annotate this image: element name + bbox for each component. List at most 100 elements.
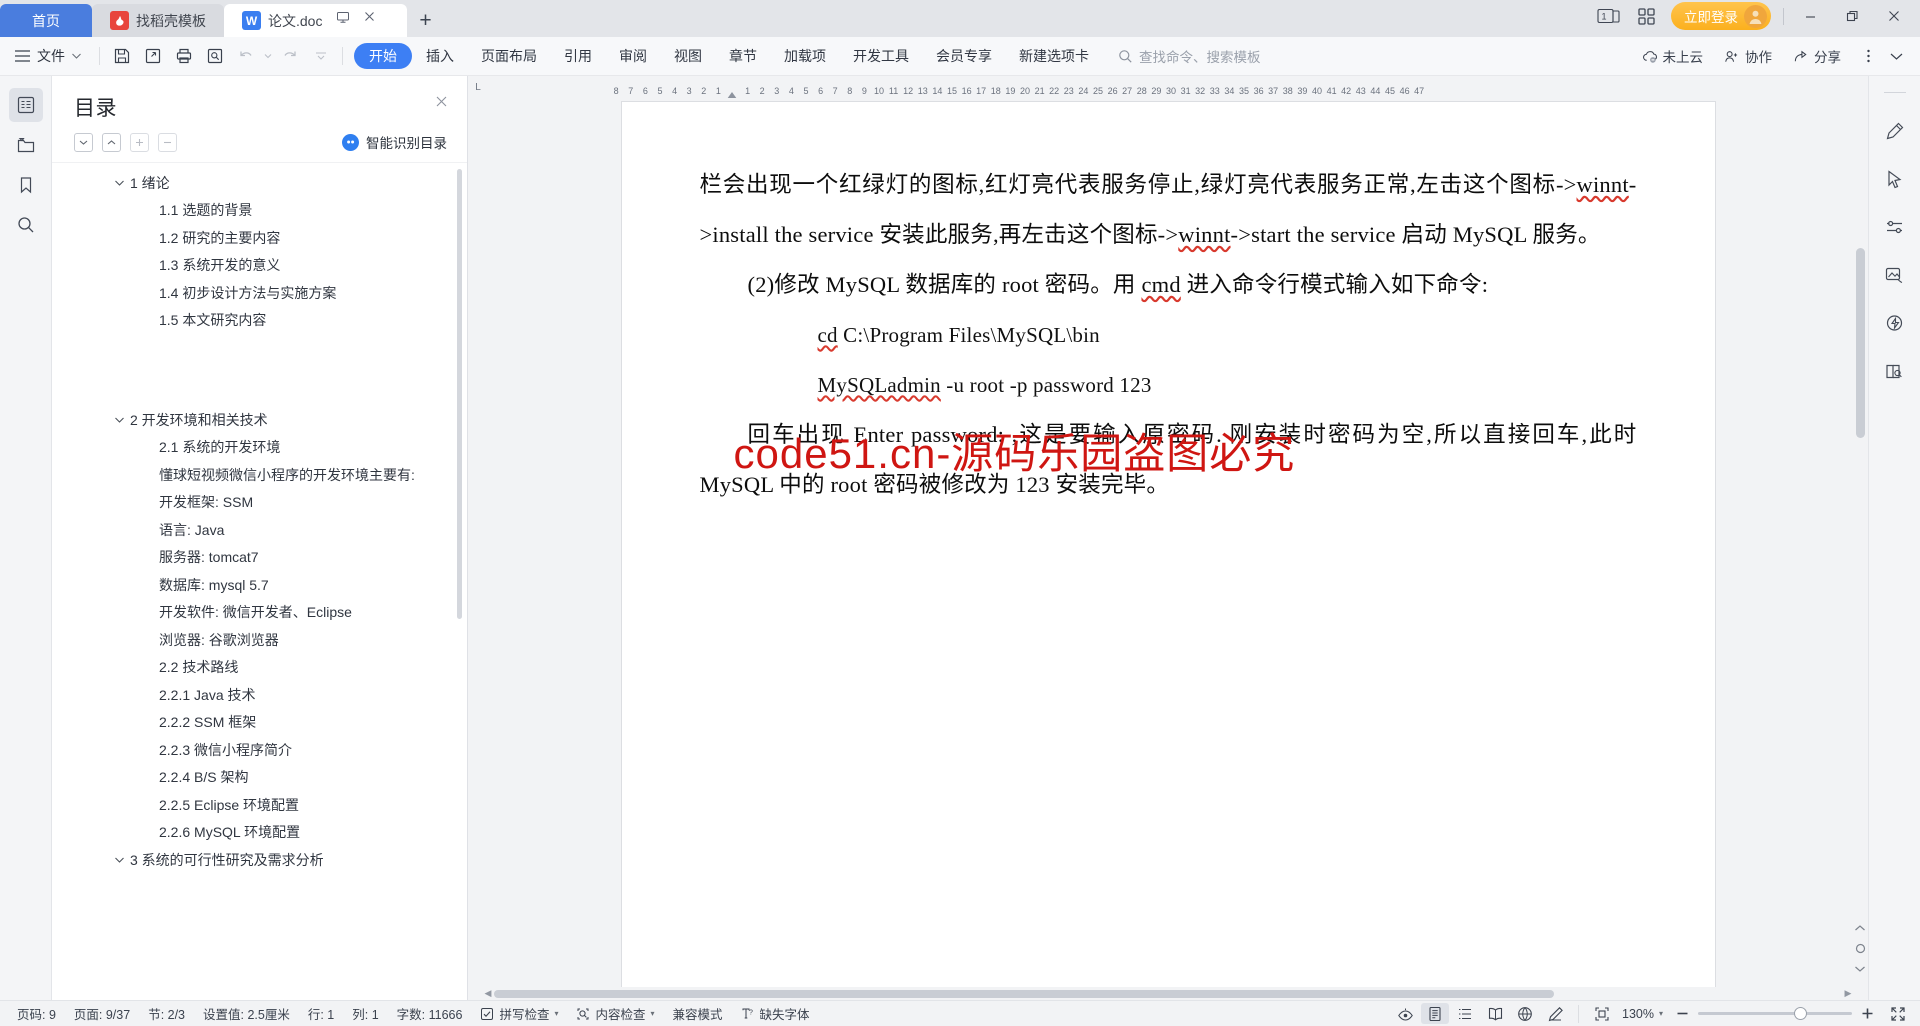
- ribbon-tab-addins[interactable]: 加载项: [771, 43, 839, 69]
- horizontal-ruler[interactable]: L 8 7 6 5 4 3 2 1 1 2 3 4 5 6 7 8 9 10 11 12 13 14 15 16 17 18 19 2…: [468, 76, 1868, 98]
- zoom-in-button[interactable]: [1861, 1007, 1874, 1020]
- monitor-icon[interactable]: [335, 9, 350, 24]
- toc-item-database[interactable]: 数据库: mysql 5.7: [52, 571, 467, 599]
- toc-list[interactable]: 1 绪论 1.1 选题的背景 1.2 研究的主要内容 1.3 系统开发的意义 1…: [52, 162, 467, 1000]
- toc-item-framework[interactable]: 开发框架: SSM: [52, 489, 467, 517]
- toc-item-1-2[interactable]: 1.2 研究的主要内容: [52, 224, 467, 252]
- plus-icon[interactable]: [130, 132, 149, 152]
- toc-item-1-5[interactable]: 1.5 本文研究内容: [52, 307, 467, 335]
- zoom-slider-track[interactable]: [1698, 1007, 1852, 1020]
- sliders-icon[interactable]: [1879, 211, 1911, 243]
- zoom-slider-knob[interactable]: [1794, 1007, 1807, 1020]
- redo-icon[interactable]: [275, 42, 304, 70]
- minus-icon[interactable]: [158, 132, 177, 152]
- sidebar-item-folder[interactable]: [9, 128, 43, 162]
- ruler-corner-tab-selector[interactable]: L: [468, 76, 488, 98]
- new-tab-button[interactable]: +: [407, 4, 443, 37]
- sidebar-item-outline[interactable]: [8, 88, 43, 122]
- toc-item-2-1[interactable]: 2.1 系统的开发环境: [52, 434, 467, 462]
- cursor-icon[interactable]: [1879, 163, 1911, 195]
- status-section[interactable]: 节: 2/3: [139, 1004, 194, 1023]
- status-row[interactable]: 行: 1: [299, 1004, 343, 1023]
- paragraph-2[interactable]: (2)修改 MySQL 数据库的 root 密码。用 cmd 进入命令行模式输入…: [700, 260, 1637, 310]
- scrollbar-thumb[interactable]: [1856, 248, 1865, 438]
- zoom-out-button[interactable]: [1676, 1007, 1689, 1020]
- page-scroll-region[interactable]: 栏会出现一个红绿灯的图标,红灯亮代表服务停止,绿灯亮代表服务正常,左击这个图标-…: [468, 98, 1868, 987]
- status-missing-font[interactable]: ? 缺失字体: [732, 1004, 819, 1023]
- status-setting-value[interactable]: 设置值: 2.5厘米: [194, 1004, 299, 1023]
- image-ai-icon[interactable]: [1879, 259, 1911, 291]
- scroll-right-icon[interactable]: ▶: [1842, 988, 1854, 999]
- edit-pen-icon[interactable]: [1541, 1003, 1569, 1024]
- ribbon-tab-view[interactable]: 视图: [661, 43, 715, 69]
- ribbon-search-box[interactable]: 查找命令、搜索模板: [1118, 46, 1261, 66]
- page-view-icon[interactable]: [1421, 1003, 1449, 1024]
- toc-item-2-2-4[interactable]: 2.2.4 B/S 架构: [52, 764, 467, 792]
- expand-down-icon[interactable]: [74, 132, 93, 152]
- undo-dropdown-icon[interactable]: [262, 42, 273, 70]
- collapse-ribbon-button[interactable]: [1886, 43, 1912, 70]
- horizontal-scrollbar[interactable]: ◀ ▶: [468, 987, 1868, 1000]
- collaborate-button[interactable]: 协作: [1715, 43, 1781, 70]
- chevron-down-icon[interactable]: [114, 416, 130, 424]
- outline-view-icon[interactable]: [1451, 1003, 1479, 1024]
- toc-item-2-2-2[interactable]: 2.2.2 SSM 框架: [52, 709, 467, 737]
- previous-page-icon[interactable]: [1854, 924, 1866, 933]
- customize-toolbar-icon[interactable]: [306, 42, 335, 70]
- ribbon-tab-insert[interactable]: 插入: [413, 43, 467, 69]
- chevron-down-icon[interactable]: [114, 856, 130, 864]
- restore-button[interactable]: [1832, 1, 1872, 31]
- hscroll-track[interactable]: [494, 989, 1842, 998]
- app-grid-icon[interactable]: [1629, 2, 1663, 30]
- zoom-level-dropdown[interactable]: 130% ▾: [1618, 1007, 1666, 1021]
- print-preview-icon[interactable]: [200, 42, 229, 70]
- toc-item-dev-software[interactable]: 开发软件: 微信开发者、Eclipse: [52, 599, 467, 627]
- status-page-number[interactable]: 页码: 9: [8, 1004, 65, 1023]
- toc-item-1-4[interactable]: 1.4 初步设计方法与实施方案: [52, 279, 467, 307]
- ribbon-tab-section[interactable]: 章节: [716, 43, 770, 69]
- ribbon-tab-member[interactable]: 会员专享: [923, 43, 1005, 69]
- status-compatibility-mode[interactable]: 兼容模式: [664, 1004, 732, 1023]
- tab-document[interactable]: W 论文.doc: [224, 4, 408, 37]
- next-page-icon[interactable]: [1854, 964, 1866, 973]
- collapse-up-icon[interactable]: [102, 132, 121, 152]
- toc-item-1-1[interactable]: 1.1 选题的背景: [52, 197, 467, 225]
- page-vertical-scrollbar[interactable]: [1856, 98, 1865, 987]
- undo-icon[interactable]: [231, 42, 260, 70]
- save-as-icon[interactable]: [138, 42, 167, 70]
- print-icon[interactable]: [169, 42, 198, 70]
- toc-item-language[interactable]: 语言: Java: [52, 516, 467, 544]
- status-word-count[interactable]: 字数: 11666: [388, 1004, 472, 1023]
- lightning-ai-icon[interactable]: [1879, 307, 1911, 339]
- page-count-badge[interactable]: 1: [1593, 2, 1627, 30]
- save-icon[interactable]: [107, 42, 136, 70]
- hscroll-thumb[interactable]: [494, 989, 1554, 998]
- fit-page-icon[interactable]: [1588, 1003, 1616, 1024]
- more-options-button[interactable]: [1853, 43, 1883, 70]
- ribbon-tab-dev-tools[interactable]: 开发工具: [840, 43, 922, 69]
- toc-item-2-2[interactable]: 2.2 技术路线: [52, 654, 467, 682]
- paragraph-code-2[interactable]: MySQLadmin -u root -p password 123: [700, 360, 1637, 410]
- close-navigation-pane-icon[interactable]: [434, 94, 449, 109]
- sidebar-item-search[interactable]: [9, 208, 43, 242]
- sidebar-item-bookmark[interactable]: [9, 168, 43, 202]
- minimize-button[interactable]: [1790, 1, 1830, 31]
- paragraph-3[interactable]: 回车出现 Enter password: ,这是要输入原密码. 刚安装时密码为空…: [700, 410, 1637, 510]
- ribbon-tab-page-layout[interactable]: 页面布局: [468, 43, 550, 69]
- tab-docer-template[interactable]: 找稻壳模板: [92, 4, 224, 37]
- document-page[interactable]: 栏会出现一个红绿灯的图标,红灯亮代表服务停止,绿灯亮代表服务正常,左击这个图标-…: [621, 102, 1715, 987]
- status-column[interactable]: 列: 1: [343, 1004, 387, 1023]
- book-search-icon[interactable]: [1879, 355, 1911, 387]
- toc-item-1-3[interactable]: 1.3 系统开发的意义: [52, 252, 467, 280]
- toc-item-1[interactable]: 1 绪论: [52, 169, 467, 197]
- tab-home[interactable]: 首页: [0, 4, 92, 37]
- ribbon-tab-start[interactable]: 开始: [354, 43, 412, 69]
- toc-item-server[interactable]: 服务器: tomcat7: [52, 544, 467, 572]
- paragraph-1[interactable]: 栏会出现一个红绿灯的图标,红灯亮代表服务停止,绿灯亮代表服务正常,左击这个图标-…: [700, 160, 1637, 260]
- close-tab-icon[interactable]: [362, 9, 377, 24]
- chevron-down-icon[interactable]: [114, 179, 130, 187]
- status-content-check[interactable]: 内容检查 ▾: [567, 1004, 663, 1023]
- share-button[interactable]: 分享: [1784, 43, 1850, 70]
- status-page-of[interactable]: 页面: 9/37: [65, 1004, 139, 1023]
- login-button[interactable]: 立即登录: [1671, 2, 1771, 30]
